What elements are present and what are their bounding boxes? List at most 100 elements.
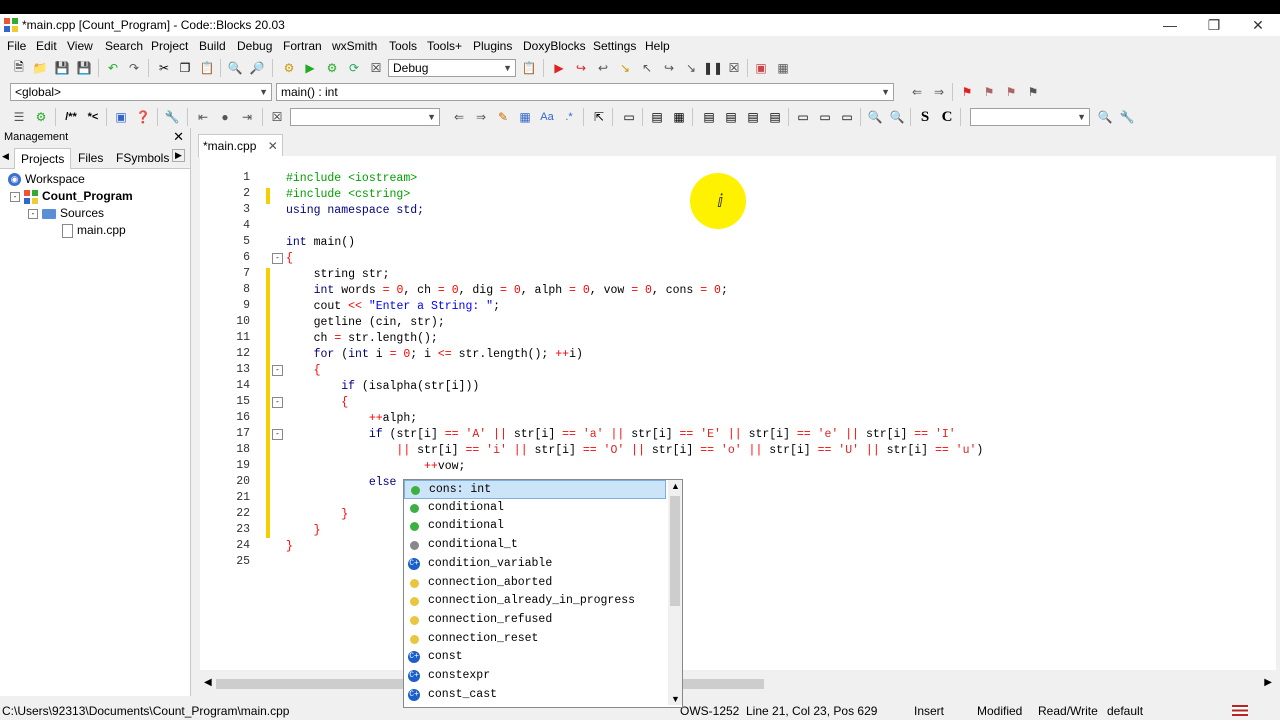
doxyblocks-icon[interactable]: ☰ (10, 108, 28, 126)
search-prev-icon[interactable]: ⇐ (450, 108, 468, 126)
abort-icon[interactable]: ☒ (367, 59, 385, 77)
next-bookmark-icon[interactable]: ⚑ (1002, 83, 1020, 101)
menu-tools[interactable]: Tools (389, 39, 417, 53)
rebuild-icon[interactable]: ⟳ (345, 59, 363, 77)
build-target-select[interactable]: Debug ▼ (388, 59, 516, 77)
doxy-run-icon[interactable]: ⚙ (32, 108, 50, 126)
zoom-in-icon[interactable]: 🔍 (866, 108, 884, 126)
cut-icon[interactable]: ✂ (155, 59, 173, 77)
symbol-search-input[interactable]: ▼ (970, 108, 1090, 126)
pause-icon[interactable]: ❚❚ (703, 59, 723, 77)
collapse-icon[interactable]: - (10, 191, 20, 202)
incremental-search-input[interactable]: ▼ (290, 108, 440, 126)
toggle-breakpoint-icon[interactable]: ● (216, 108, 234, 126)
html-doc-icon[interactable]: ▣ (112, 108, 130, 126)
highlight-icon[interactable]: ✎ (494, 108, 512, 126)
tab-fsymbols[interactable]: FSymbols (110, 148, 175, 168)
tab-main-cpp[interactable]: *main.cpp ✕ (198, 134, 283, 157)
popup-scroll-thumb[interactable] (670, 496, 680, 606)
autocomplete-item[interactable]: C+ condition_variable (404, 555, 666, 574)
chm-doc-icon[interactable]: ❓ (134, 108, 152, 126)
autocomplete-item[interactable]: C+ const_cast (404, 686, 666, 705)
run-to-cursor-icon[interactable]: ↪ (572, 59, 590, 77)
tree-folder-sources[interactable]: - Sources (28, 205, 104, 222)
function-select[interactable]: main() : int ▼ (276, 83, 894, 101)
autocomplete-item[interactable]: connection_aborted (404, 574, 666, 593)
symbol-find-icon[interactable]: 🔍 (1096, 108, 1114, 126)
menu-tools-plus[interactable]: Tools+ (427, 39, 462, 53)
case-icon[interactable]: ▭ (816, 108, 834, 126)
step-into-icon[interactable]: ↘ (616, 59, 634, 77)
entry-icon[interactable]: ▤ (700, 108, 718, 126)
zoom-out-icon[interactable]: 🔍 (888, 108, 906, 126)
run-icon[interactable]: ▶ (301, 59, 319, 77)
close-panel-icon[interactable]: ✕ (173, 128, 184, 146)
debug-info-icon[interactable]: ▦ (774, 59, 792, 77)
menu-help[interactable]: Help (645, 39, 670, 53)
paste-icon[interactable]: 📋 (198, 59, 216, 77)
close-button[interactable]: ✕ (1236, 14, 1280, 36)
menu-file[interactable]: File (7, 39, 26, 53)
maximize-button[interactable]: ❐ (1192, 14, 1236, 36)
autocomplete-item[interactable]: C+ const (404, 648, 666, 667)
minimize-button[interactable]: — (1148, 14, 1192, 36)
tab-scroll-right-icon[interactable]: ▶ (172, 149, 185, 162)
selected-text-only-icon[interactable]: ▦ (516, 108, 534, 126)
select-mode-icon[interactable]: ▤ (648, 108, 666, 126)
step-out-icon[interactable]: ↖ (638, 59, 656, 77)
match-case-icon[interactable]: Aa (538, 108, 556, 126)
clear-bookmarks-icon[interactable]: ⚑ (1024, 83, 1042, 101)
doxy-config-icon[interactable]: 🔧 (163, 108, 181, 126)
menu-wxsmith[interactable]: wxSmith (332, 39, 377, 53)
scroll-up-icon[interactable]: ▲ (671, 481, 680, 491)
jump-back-icon[interactable]: ⇐ (908, 83, 926, 101)
frame-icon[interactable]: ▭ (620, 108, 638, 126)
tree-project[interactable]: - Count_Program (10, 188, 133, 205)
popup-scrollbar[interactable]: ▲ ▼ (668, 480, 682, 705)
find-icon[interactable]: 🔍 (226, 59, 244, 77)
menu-doxyblocks[interactable]: DoxyBlocks (523, 39, 586, 53)
autocomplete-item[interactable]: connection_reset (404, 630, 666, 649)
menu-view[interactable]: View (67, 39, 93, 53)
exit-icon[interactable]: ▤ (722, 108, 740, 126)
tree-file-main[interactable]: main.cpp (62, 222, 126, 239)
fold-icon[interactable]: - (272, 365, 283, 376)
tree-workspace[interactable]: ◉ Workspace (8, 171, 85, 188)
tab-projects[interactable]: Projects (14, 148, 72, 169)
tab-scroll-left-icon[interactable]: ◀ (2, 151, 9, 162)
prev-bookmark-icon[interactable]: ⚑ (980, 83, 998, 101)
clear-search-icon[interactable]: ☒ (268, 108, 286, 126)
line-comment-icon[interactable]: *< (84, 108, 102, 126)
next-instruction-icon[interactable]: ↪ (660, 59, 678, 77)
stop-debug-icon[interactable]: ☒ (725, 59, 743, 77)
autocomplete-popup[interactable]: cons: int conditional conditional condition… (403, 479, 683, 708)
block-comment-icon[interactable]: /** (62, 108, 80, 126)
switch-icon[interactable]: ▭ (838, 108, 856, 126)
debug-windows-icon[interactable]: ▣ (752, 59, 770, 77)
autocomplete-item[interactable]: C+ constexpr (404, 667, 666, 686)
toggle-breakpoint-next-icon[interactable]: ⇥ (238, 108, 256, 126)
loop-icon[interactable]: ▭ (794, 108, 812, 126)
menu-fortran[interactable]: Fortran (283, 39, 322, 53)
close-tab-icon[interactable]: ✕ (268, 139, 278, 153)
next-line-icon[interactable]: ↩ (594, 59, 612, 77)
autocomplete-item[interactable]: connection_refused (404, 611, 666, 630)
toggle-bookmark-icon[interactable]: ⚑ (958, 83, 976, 101)
fold-icon[interactable]: - (272, 253, 283, 264)
pointer-icon[interactable]: ⇱ (590, 108, 608, 126)
debug-start-icon[interactable]: ▶ (550, 59, 568, 77)
menu-plugins[interactable]: Plugins (473, 39, 512, 53)
scroll-right-icon[interactable]: ▶ (1264, 677, 1272, 688)
menu-search[interactable]: Search (105, 39, 143, 53)
autocomplete-item[interactable]: conditional (404, 499, 666, 518)
decision-icon[interactable]: ▤ (766, 108, 784, 126)
process-icon[interactable]: ▤ (744, 108, 762, 126)
menu-debug[interactable]: Debug (237, 39, 272, 53)
search-next-icon[interactable]: ⇒ (472, 108, 490, 126)
fold-icon[interactable]: - (272, 397, 283, 408)
symbol-settings-icon[interactable]: 🔧 (1118, 108, 1136, 126)
scope-select[interactable]: <global> ▼ (10, 83, 272, 101)
autocomplete-item[interactable]: conditional (404, 517, 666, 536)
menu-edit[interactable]: Edit (36, 39, 57, 53)
jump-forward-icon[interactable]: ⇒ (930, 83, 948, 101)
